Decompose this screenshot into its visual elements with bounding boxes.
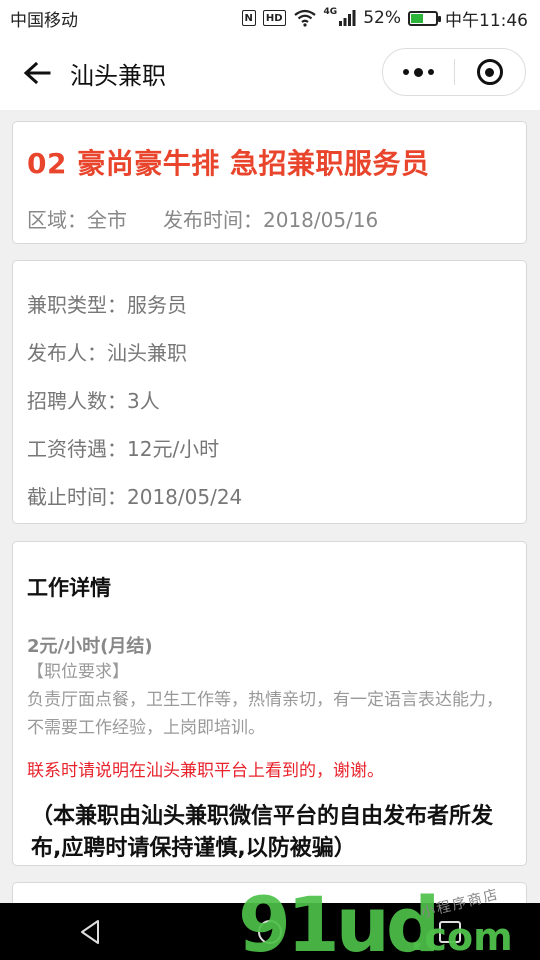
back-triangle-icon — [81, 919, 99, 944]
system-back-button[interactable] — [60, 903, 120, 960]
info-headcount: 招聘人数：3人 — [27, 389, 160, 413]
battery-percent: 52% — [363, 8, 401, 28]
job-header-card: 02 豪尚豪牛排 急招兼职服务员 区域：全市 发布时间：2018/05/16 — [12, 121, 527, 244]
job-meta: 区域：全市 发布时间：2018/05/16 — [27, 204, 512, 233]
more-button[interactable] — [383, 49, 454, 95]
requirement-text: 负责厅面点餐，卫生工作等，热情亲切，有一定语言表达能力，不需要工作经验，上岗即培… — [27, 690, 503, 738]
info-type: 兼职类型：服务员 — [27, 293, 187, 317]
mini-program-capsule — [382, 48, 526, 96]
details-pay: 2元/小时(月结) — [27, 636, 153, 657]
network-type-label: 4G — [323, 7, 338, 17]
disclaimer: （本兼职由汕头兼职微信平台的自由发布者所发布,应聘时请保持谨慎,以防被骗） — [31, 804, 494, 861]
back-button[interactable] — [12, 48, 62, 98]
job-info-card: 兼职类型：服务员 发布人：汕头兼职 招聘人数：3人 工资待遇：12元/小时 截止… — [12, 260, 527, 524]
details-heading: 工作详情 — [27, 576, 111, 600]
page-title: 汕头兼职 — [70, 61, 166, 90]
status-bar: 中国移动 N HD 4G 52% 中午11:46 — [0, 0, 540, 36]
job-title: 02 豪尚豪牛排 急招兼职服务员 — [27, 147, 430, 180]
nfc-icon: N — [241, 10, 256, 26]
hd-icon: HD — [262, 10, 286, 26]
info-publisher: 发布人：汕头兼职 — [27, 341, 187, 365]
battery-icon — [408, 10, 441, 26]
more-dots-icon — [402, 67, 434, 77]
back-arrow-icon — [23, 61, 51, 85]
close-target-icon — [476, 59, 503, 85]
wifi-icon — [293, 9, 316, 27]
job-details-card: 工作详情 2元/小时(月结) 【职位要求】 负责厅面点餐，卫生工作等，热情亲切，… — [12, 541, 527, 866]
watermark-logo: 91ud — [238, 880, 440, 960]
status-icons: N HD 4G 52% 中午11:46 — [241, 6, 528, 31]
clock: 中午11:46 — [445, 10, 528, 31]
battery-fill — [411, 13, 423, 23]
job-publish-time: 发布时间：2018/05/16 — [163, 208, 379, 232]
info-salary: 工资待遇：12元/小时 — [27, 437, 220, 461]
carrier-label: 中国移动 — [10, 10, 78, 31]
info-deadline: 截止时间：2018/05/24 — [27, 485, 243, 509]
signal-icon — [339, 10, 356, 26]
job-region: 区域：全市 — [27, 208, 127, 232]
contact-notice: 联系时请说明在汕头兼职平台上看到的，谢谢。 — [27, 761, 384, 781]
requirement-title: 【职位要求】 — [27, 662, 129, 682]
nav-bar: 汕头兼职 — [0, 36, 540, 110]
close-button[interactable] — [455, 49, 526, 95]
